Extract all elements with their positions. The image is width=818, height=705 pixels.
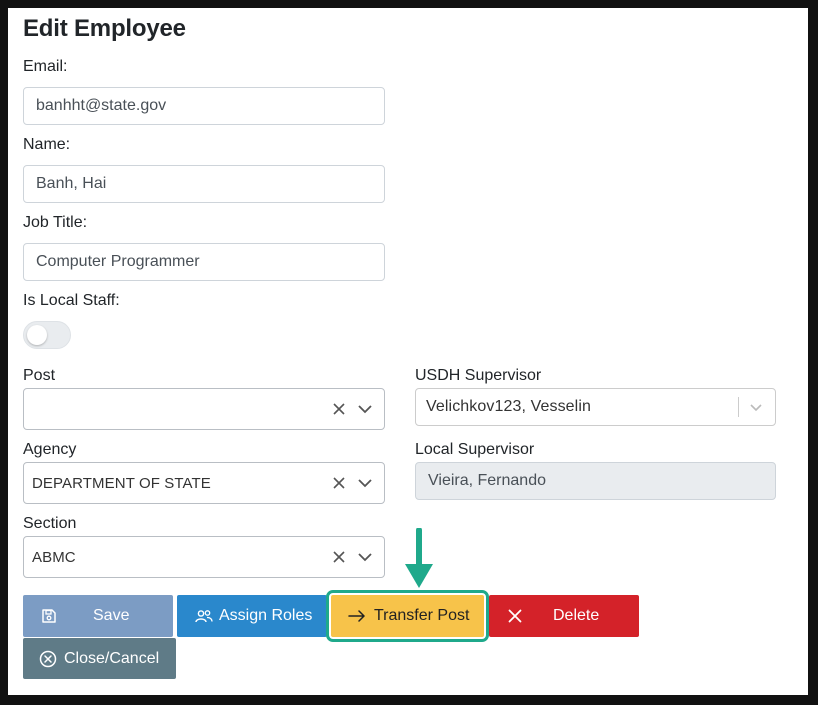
page-title: Edit Employee (23, 15, 186, 42)
x-icon (504, 609, 526, 623)
agency-value: DEPARTMENT OF STATE (32, 474, 211, 492)
save-button[interactable]: Save (23, 595, 173, 637)
agency-select[interactable]: DEPARTMENT OF STATE (23, 462, 385, 504)
usdh-supervisor-label: USDH Supervisor (415, 367, 542, 384)
arrow-down-icon (405, 528, 433, 588)
post-label: Post (23, 367, 56, 384)
job-title-value: Computer Programmer (36, 253, 200, 270)
section-value: ABMC (32, 548, 76, 566)
assign-roles-button[interactable]: Assign Roles (177, 595, 327, 637)
email-field[interactable]: banhht@state.gov (23, 87, 385, 125)
transfer-post-label: Transfer Post (374, 607, 470, 624)
chevron-down-icon[interactable] (352, 537, 378, 577)
email-value: banhht@state.gov (36, 97, 167, 114)
name-value: Banh, Hai (36, 175, 107, 192)
chevron-down-icon[interactable] (743, 389, 769, 425)
section-label: Section (23, 515, 77, 532)
usdh-supervisor-select[interactable]: Velichkov123, Vesselin (415, 388, 776, 426)
clear-icon[interactable] (326, 537, 352, 577)
floppy-disk-icon (27, 608, 71, 624)
assign-roles-label: Assign Roles (219, 607, 313, 624)
select-separator (738, 397, 739, 417)
save-label: Save (93, 607, 130, 624)
name-label: Name: (23, 136, 71, 153)
close-cancel-button[interactable]: Close/Cancel (23, 638, 176, 679)
section-select[interactable]: ABMC (23, 536, 385, 578)
toggle-knob (27, 325, 47, 345)
delete-button[interactable]: Delete (489, 595, 639, 637)
close-cancel-label: Close/Cancel (64, 649, 160, 667)
delete-label: Delete (553, 607, 600, 624)
transfer-post-button[interactable]: Transfer Post (326, 590, 489, 642)
arrow-right-icon (346, 610, 368, 622)
local-staff-toggle[interactable] (23, 321, 71, 349)
email-label: Email: (23, 58, 68, 75)
name-field[interactable]: Banh, Hai (23, 165, 385, 203)
job-title-field[interactable]: Computer Programmer (23, 243, 385, 281)
agency-label: Agency (23, 441, 77, 458)
users-icon (192, 609, 216, 623)
local-supervisor-label: Local Supervisor (415, 441, 535, 458)
job-title-label: Job Title: (23, 214, 88, 231)
clear-icon[interactable] (326, 389, 352, 429)
chevron-down-icon[interactable] (352, 463, 378, 503)
local-staff-label: Is Local Staff: (23, 292, 120, 309)
local-supervisor-field: Vieira, Fernando (415, 462, 776, 500)
post-select[interactable] (23, 388, 385, 430)
circle-x-icon (38, 650, 58, 668)
usdh-supervisor-value: Velichkov123, Vesselin (426, 398, 591, 415)
chevron-down-icon[interactable] (352, 389, 378, 429)
clear-icon[interactable] (326, 463, 352, 503)
local-supervisor-value: Vieira, Fernando (428, 472, 546, 489)
